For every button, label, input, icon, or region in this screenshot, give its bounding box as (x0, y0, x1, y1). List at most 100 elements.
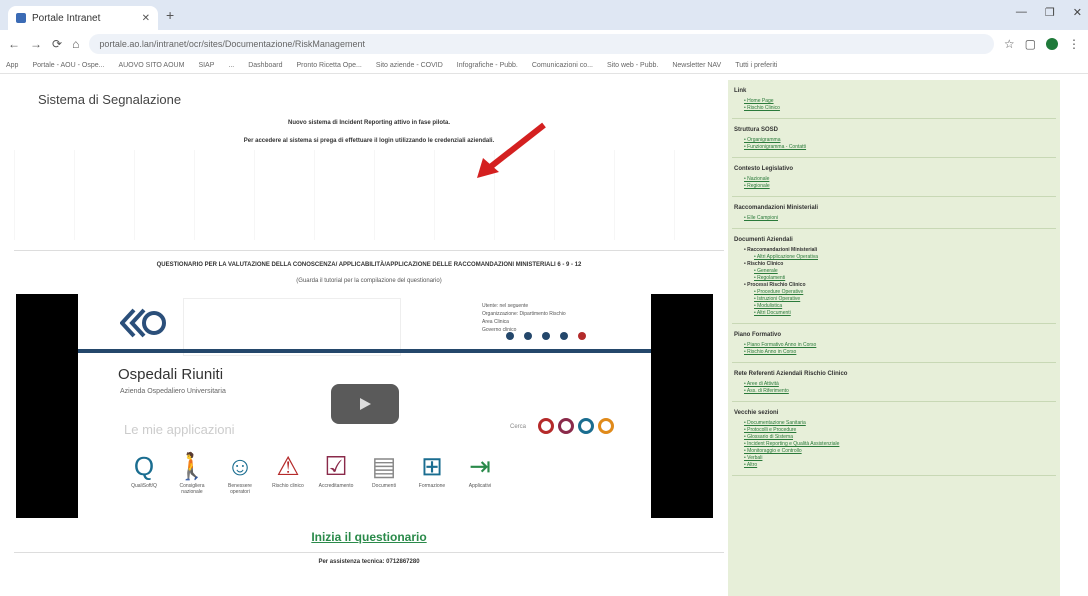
play-button[interactable] (331, 384, 399, 424)
sidebar-link[interactable]: • Rischio Clinico (744, 105, 1060, 112)
app-grid: Q QualiSoft/Q 🚶 Consigliera nazionale ☺ Benes… (122, 449, 502, 495)
app-icon: Q (133, 451, 155, 481)
start-questionnaire-link[interactable]: Inizia il questionario (14, 530, 724, 544)
sidebar-link[interactable]: • Modulistica (754, 303, 1060, 310)
quick-link-2-icon[interactable] (558, 418, 574, 434)
sidebar-link[interactable]: • Altro (744, 462, 1060, 469)
url-text: portale.ao.lan/intranet/ocr/sites/Docume… (99, 39, 365, 49)
sidebar-link[interactable]: • Monitoraggio e Controllo (744, 448, 1060, 455)
sidebar-section-title: Rete Referenti Aziendali Rischio Clinico (734, 371, 848, 377)
close-window-icon[interactable]: ✕ (1073, 6, 1082, 19)
sidebar-link[interactable]: • Home Page (744, 98, 1060, 105)
logout-icon[interactable] (578, 332, 586, 340)
sidebar-link[interactable]: • Piano Formativo Anno in Corso (744, 342, 1060, 349)
sidebar-link[interactable]: • Elle Campioni (744, 215, 1060, 222)
sidebar-link[interactable]: • Ass. di Riferimento (744, 388, 1060, 395)
extensions-icon[interactable]: ▢ (1025, 37, 1036, 51)
profile-icon[interactable] (1046, 38, 1058, 50)
sidebar-link[interactable]: • Glossario di Sistema (744, 434, 1060, 441)
sidebar-link[interactable]: • Protocolli e Procedure (744, 427, 1060, 434)
sidebar-link[interactable]: • Altri Applicazione Operativa (754, 254, 1060, 261)
app-tile[interactable]: ⇥ Applicativi (458, 449, 502, 495)
quick-link-3-icon[interactable] (578, 418, 594, 434)
minimize-icon[interactable]: — (1016, 6, 1027, 19)
app-tile[interactable]: ☑ Accreditamento (314, 449, 358, 495)
url-field[interactable]: portale.ao.lan/intranet/ocr/sites/Docume… (89, 34, 994, 54)
sidebar-section-title: Struttura SOSD (734, 127, 779, 133)
app-icon: ⚠ (276, 451, 300, 481)
mail-icon[interactable] (524, 332, 532, 340)
sidebar-link[interactable]: • Altri Documenti (754, 310, 1060, 317)
user-link[interactable]: Area Clinica (482, 318, 566, 326)
divider (14, 250, 724, 251)
bookmark-item[interactable]: SIAP (198, 62, 214, 69)
app-tile[interactable]: ☺ Benessere operatori (218, 449, 262, 495)
app-tile[interactable]: ⚠ Rischio clinico (266, 449, 310, 495)
page-title: Sistema di Segnalazione (38, 92, 182, 107)
app-label: Benessere operatori (228, 483, 252, 495)
forward-icon[interactable]: → (30, 37, 42, 51)
bookmark-item[interactable]: Sito web - Pubb. (607, 62, 658, 69)
sidebar-subheading: • Raccomandazioni Ministeriali (744, 247, 818, 253)
sidebar-link[interactable]: • Organigramma (744, 137, 1060, 144)
user-link[interactable]: Organizzazione: Dipartimento Rischio (482, 310, 566, 318)
sidebar-section-title: Vecchie sezioni (734, 410, 779, 416)
favicon-icon (16, 13, 26, 23)
app-tile[interactable]: ⊞ Formazione (410, 449, 454, 495)
home-icon[interactable] (506, 332, 514, 340)
browser-tab[interactable]: Portale Intranet ✕ (8, 6, 158, 30)
maximize-icon[interactable]: ❐ (1045, 6, 1055, 19)
bookmark-item[interactable]: Infografiche - Pubb. (457, 62, 518, 69)
sidebar-link[interactable]: • Documentazione Sanitaria (744, 420, 1060, 427)
home-icon[interactable]: ⌂ (72, 37, 79, 51)
sidebar-link[interactable]: • Rischio Anno in Corso (744, 349, 1060, 356)
bookmark-item[interactable]: AUOVO SITO AOUM (118, 62, 184, 69)
app-label: Consigliera nazionale (179, 483, 205, 495)
sidebar-link[interactable]: • Nazionale (744, 176, 1060, 183)
sidebar-link[interactable]: • Verbali (744, 455, 1060, 462)
menu-icon[interactable]: ⋮ (1068, 37, 1080, 51)
sidebar-link[interactable]: • Procedure Operative (754, 289, 1060, 296)
user-link[interactable]: Utente: nel seguente (482, 302, 566, 310)
star-icon[interactable]: ☆ (1004, 37, 1015, 51)
sidebar-section-title: Raccomandazioni Ministeriali (734, 205, 819, 211)
background-pattern (14, 150, 724, 240)
help-icon[interactable] (542, 332, 550, 340)
bookmark-item[interactable]: Pronto Ricetta Ope... (296, 62, 361, 69)
sidebar-link[interactable]: • Generale (754, 268, 1060, 275)
app-tile[interactable]: ▤ Documenti (362, 449, 406, 495)
quick-link-1-icon[interactable] (538, 418, 554, 434)
settings-icon[interactable] (560, 332, 568, 340)
bookmark-item[interactable]: Sito aziende - COVID (376, 62, 443, 69)
sidebar-link[interactable]: • Istruzioni Operative (754, 296, 1060, 303)
notice-pilot: Nuovo sistema di Incident Reporting atti… (287, 120, 451, 126)
bookmark-item[interactable]: Comunicazioni co... (532, 62, 593, 69)
app-tile[interactable]: 🚶 Consigliera nazionale (170, 449, 214, 495)
bookmark-item[interactable]: App (6, 62, 18, 69)
sidebar-separator (732, 323, 1056, 324)
sidebar-section-title: Link (734, 88, 747, 94)
back-icon[interactable]: ← (8, 37, 20, 51)
bookmark-item[interactable]: Dashboard (248, 62, 282, 69)
new-tab-icon[interactable]: + (166, 7, 174, 23)
brand-subtitle: Azienda Ospedaliero Universitaria (120, 388, 226, 395)
close-tab-icon[interactable]: ✕ (142, 13, 150, 24)
sidebar-separator (732, 157, 1056, 158)
questionnaire-subheading[interactable]: (Guarda il tutorial per la compilazione … (14, 278, 724, 284)
sidebar-link[interactable]: • Incident Reporting e Qualità Assistenz… (744, 441, 1060, 448)
app-tile[interactable]: Q QualiSoft/Q (122, 449, 166, 495)
sidebar-link[interactable]: • Aree di Attività (744, 381, 1060, 388)
reload-icon[interactable]: ⟳ (52, 37, 62, 51)
app-icon: ▤ (371, 451, 397, 481)
tutorial-video[interactable]: Utente: nel seguente Organizzazione: Dipa… (16, 294, 713, 518)
sidebar-link[interactable]: • Regionale (744, 183, 1060, 190)
bookmark-item[interactable]: Newsletter NAV (672, 62, 721, 69)
app-icon: 🚶 (175, 451, 209, 481)
sidebar-link[interactable]: • Regolamenti (754, 275, 1060, 282)
bookmark-item[interactable]: Tutti i preferiti (735, 62, 777, 69)
bookmark-item[interactable]: Portale - AOU - Ospe... (32, 62, 104, 69)
sidebar-link[interactable]: • Funzionigramma - Contatti (744, 144, 1060, 151)
portal-header: Utente: nel seguente Organizzazione: Dipa… (78, 294, 651, 356)
bookmark-item[interactable]: ... (228, 62, 234, 69)
quick-link-4-icon[interactable] (598, 418, 614, 434)
